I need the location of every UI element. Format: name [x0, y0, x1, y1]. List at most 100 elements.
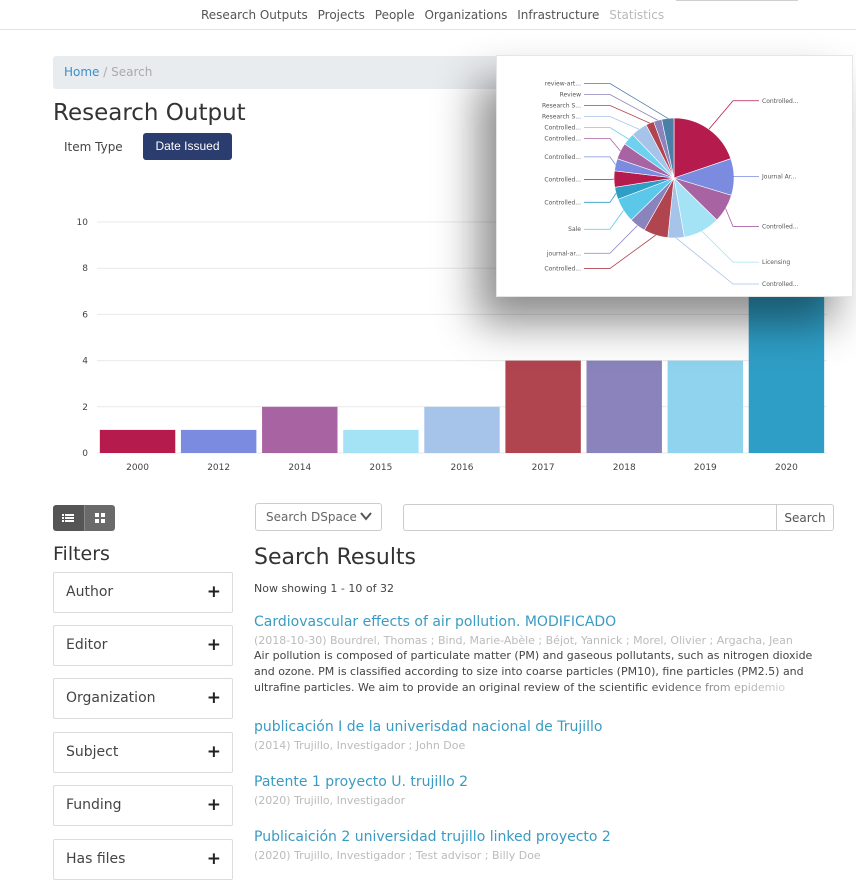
filter-label: Subject — [66, 744, 119, 760]
bar-2000 — [99, 429, 176, 453]
result-title-link[interactable]: Patente 1 proyecto U. trujillo 2 — [254, 774, 829, 790]
list-icon — [62, 514, 75, 522]
pie-leader-line — [584, 83, 669, 119]
nav-projects[interactable]: Projects — [318, 8, 365, 22]
breadcrumb-current: Search — [111, 65, 153, 79]
pie-leader-line — [584, 127, 629, 140]
nav-research-outputs[interactable]: Research Outputs — [201, 8, 308, 22]
y-tick-label: 8 — [82, 264, 88, 274]
filter-subject[interactable]: Subject + — [53, 732, 233, 773]
bar-chart-y-axis: 0 2 4 6 8 10 — [77, 218, 89, 459]
breadcrumb-home-link[interactable]: Home — [64, 65, 99, 79]
bar-2014 — [262, 406, 338, 453]
pie-leader-line — [584, 193, 617, 203]
y-tick-label: 0 — [82, 449, 88, 459]
result-meta: (2014) Trujillo, Investigador ; John Doe — [254, 739, 466, 752]
filter-editor[interactable]: Editor + — [53, 625, 233, 666]
pie-leader-line — [584, 105, 651, 124]
x-tick-label: 2016 — [451, 463, 474, 473]
pie-label: Controlled... — [762, 223, 799, 230]
nav-links: Research Outputs Projects People Organiz… — [201, 8, 670, 22]
item-type-pie-popup: Controlled... Journal Ar... Controlled... L… — [496, 55, 853, 297]
expand-plus-icon[interactable]: + — [207, 582, 221, 602]
pie-leader-line — [708, 100, 759, 130]
y-tick-label: 2 — [82, 403, 88, 413]
x-tick-label: 2017 — [532, 463, 555, 473]
grid-view-button[interactable] — [83, 505, 115, 531]
nav-people[interactable]: People — [375, 8, 415, 22]
date-issued-tab[interactable]: Date Issued — [143, 133, 232, 160]
pie-label: Controlled... — [544, 199, 581, 206]
y-tick-label: 10 — [77, 218, 89, 228]
search-result-item: Cardiovascular effects of air pollution.… — [254, 614, 829, 696]
nav-statistics[interactable]: Statistics — [609, 8, 664, 22]
pie-label: Sale — [568, 226, 581, 233]
pie-label: Journal Ar... — [761, 173, 796, 180]
pie-leader-line — [584, 234, 656, 269]
pie-label: Review — [560, 92, 582, 99]
bar-chart-x-axis: 2000 2012 2014 2015 2016 2017 2018 2019 2020 — [126, 463, 798, 473]
x-tick-label: 2015 — [369, 463, 392, 473]
chevron-down-icon — [360, 512, 372, 521]
bar-2018 — [586, 360, 662, 453]
top-navigation: Research Outputs Projects People Organiz… — [0, 0, 856, 30]
nav-organizations[interactable]: Organizations — [424, 8, 507, 22]
result-title-link[interactable]: Publicaición 2 universidad trujillo link… — [254, 829, 829, 845]
list-view-button[interactable] — [53, 505, 84, 531]
search-scope-value: Search DSpace — [266, 510, 357, 524]
pie-leader-line — [584, 210, 624, 230]
filter-label: Author — [66, 584, 114, 600]
filter-label: Funding — [66, 797, 122, 813]
search-result-item: publicación I de la univerisdad nacional… — [254, 719, 829, 752]
filter-organization[interactable]: Organization + — [53, 678, 233, 719]
search-button[interactable]: Search — [776, 504, 834, 531]
filter-label: Has files — [66, 851, 126, 867]
pie-label: Controlled... — [544, 265, 581, 272]
pie-leader-line — [675, 237, 759, 285]
result-title-link[interactable]: Cardiovascular effects of air pollution.… — [254, 614, 829, 630]
x-tick-label: 2000 — [126, 463, 149, 473]
result-title-link[interactable]: publicación I de la univerisdad nacional… — [254, 719, 829, 735]
y-tick-label: 6 — [82, 310, 88, 320]
pie-label: Research S... — [542, 103, 581, 110]
result-meta: (2018-10-30) Bourdrel, Thomas ; Bind, Ma… — [254, 634, 793, 647]
expand-plus-icon[interactable]: + — [207, 688, 221, 708]
search-input[interactable] — [403, 504, 777, 531]
pie-label: review-art... — [545, 81, 581, 88]
bar-2015 — [343, 429, 419, 453]
pie-label: Licensing — [762, 259, 790, 266]
filter-author[interactable]: Author + — [53, 572, 233, 613]
expand-plus-icon[interactable]: + — [207, 795, 221, 815]
header-search-box[interactable] — [676, 0, 798, 1]
view-mode-toggle — [53, 505, 115, 531]
filter-funding[interactable]: Funding + — [53, 785, 233, 826]
expand-plus-icon[interactable]: + — [207, 742, 221, 762]
result-abstract: Air pollution is composed of particulate… — [254, 648, 829, 696]
item-type-pie-chart: Controlled... Journal Ar... Controlled... L… — [542, 81, 799, 288]
bar-chart-bars — [99, 291, 825, 453]
bar-2020 — [748, 291, 825, 453]
expand-plus-icon[interactable]: + — [207, 635, 221, 655]
y-tick-label: 4 — [82, 357, 88, 367]
search-results-title: Search Results — [254, 545, 417, 570]
pie-leader-line — [584, 225, 638, 254]
search-result-item: Patente 1 proyecto U. trujillo 2 (2020) … — [254, 774, 829, 807]
filter-label: Editor — [66, 637, 108, 653]
filter-has-files[interactable]: Has files + — [53, 839, 233, 880]
search-scope-select[interactable]: Search DSpace — [255, 503, 382, 531]
grid-icon — [94, 513, 105, 523]
bar-2016 — [424, 406, 500, 453]
x-tick-label: 2014 — [288, 463, 311, 473]
pie-label: Controlled... — [762, 98, 799, 105]
pie-leader-line — [584, 178, 615, 181]
pie-leader-line — [584, 138, 621, 152]
result-meta: (2020) Trujillo, Investigador ; Test adv… — [254, 849, 541, 862]
expand-plus-icon[interactable]: + — [207, 849, 221, 869]
result-meta: (2020) Trujillo, Investigador — [254, 794, 406, 807]
bar-2017 — [505, 360, 581, 453]
item-type-tab[interactable]: Item Type — [64, 140, 123, 154]
pie-label: Controlled... — [544, 154, 581, 161]
x-tick-label: 2012 — [207, 463, 230, 473]
search-result-item: Publicaición 2 universidad trujillo link… — [254, 829, 829, 862]
nav-infrastructure[interactable]: Infrastructure — [517, 8, 599, 22]
